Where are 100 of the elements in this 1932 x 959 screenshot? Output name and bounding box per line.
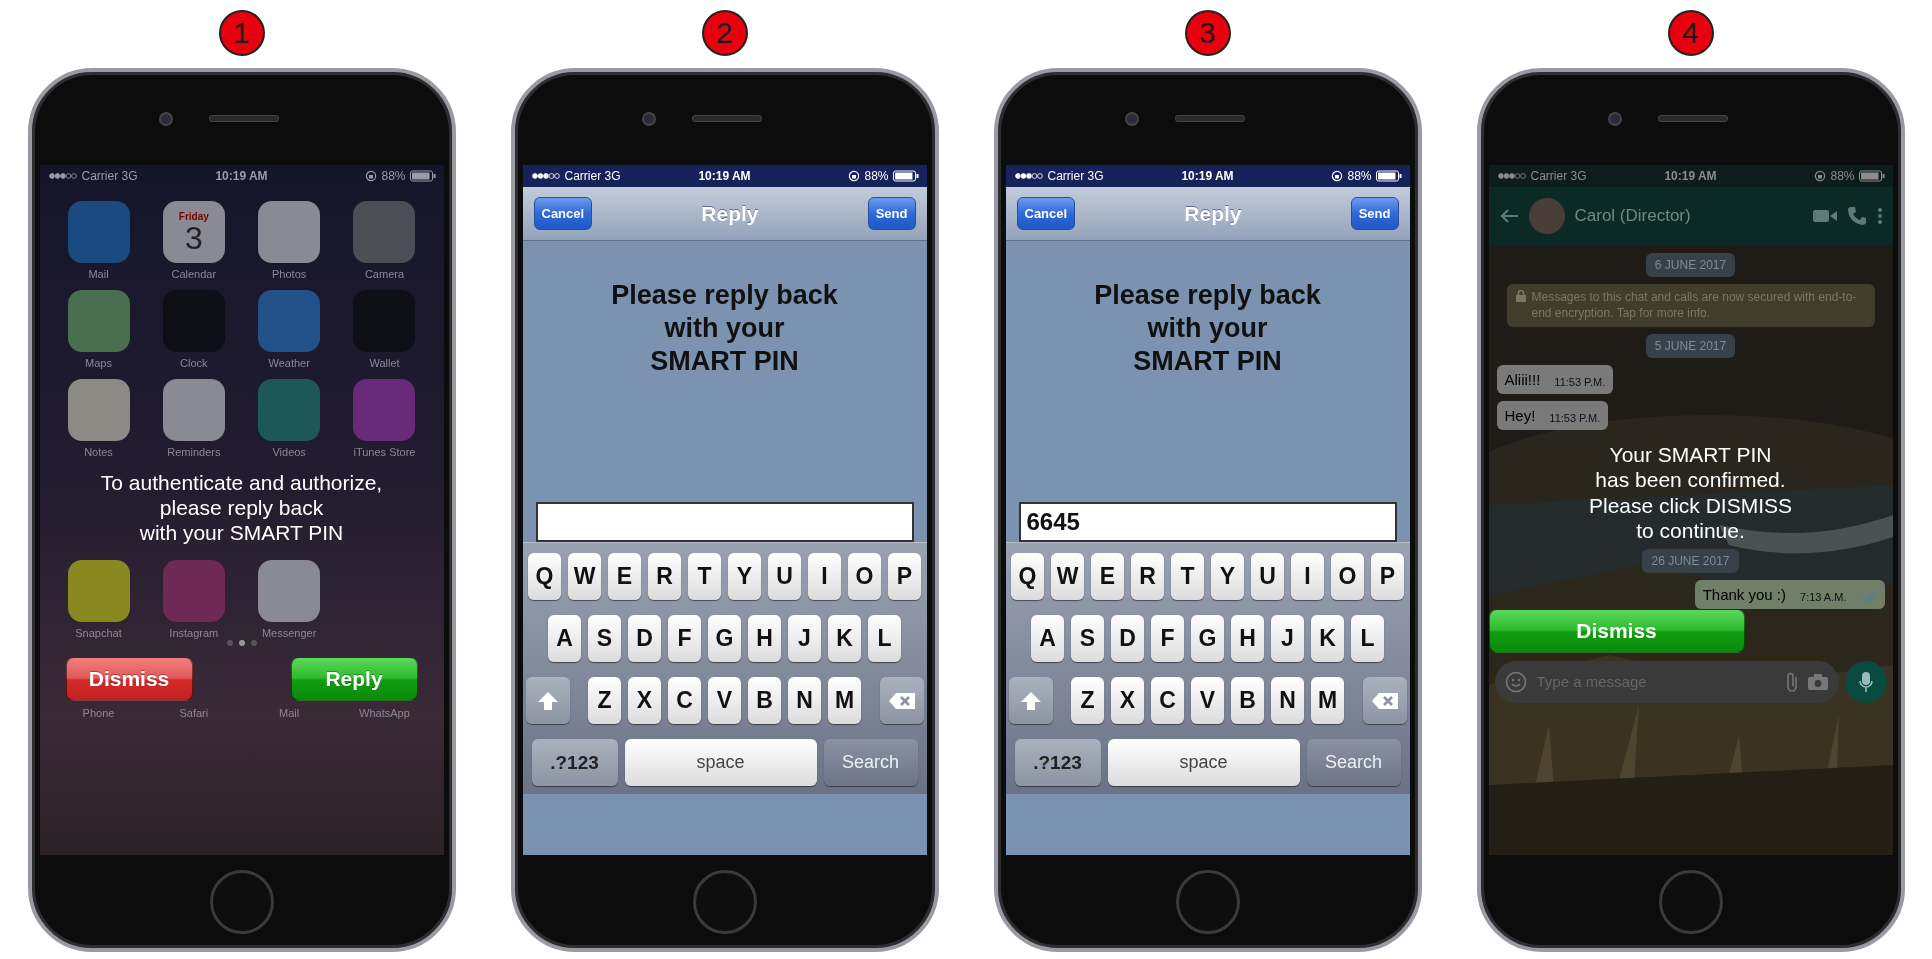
- message-time: 11:53 P.M.: [1554, 376, 1606, 389]
- app-label: Clock: [180, 357, 208, 369]
- battery-icon: [1375, 170, 1402, 182]
- back-arrow-icon[interactable]: [1498, 208, 1519, 224]
- keyboard-key[interactable]: Q: [528, 553, 561, 600]
- keyboard-key[interactable]: G: [708, 615, 741, 662]
- numbers-key[interactable]: .?123: [1014, 739, 1101, 786]
- keyboard-key[interactable]: E: [1091, 553, 1124, 600]
- keyboard-key[interactable]: V: [708, 677, 741, 724]
- keyboard-key[interactable]: F: [1151, 615, 1184, 662]
- pin-field[interactable]: 6645: [1018, 502, 1397, 542]
- camera-icon: [1607, 111, 1622, 126]
- cancel-button[interactable]: Cancel: [533, 197, 593, 230]
- keyboard-key[interactable]: P: [1371, 553, 1404, 600]
- keyboard-key[interactable]: D: [1111, 615, 1144, 662]
- app-label: Maps: [85, 357, 112, 369]
- keyboard-key[interactable]: G: [1191, 615, 1224, 662]
- keyboard-key[interactable]: P: [888, 553, 921, 600]
- keyboard-key[interactable]: L: [1351, 615, 1384, 662]
- camera-icon: [1124, 111, 1139, 126]
- keyboard-key[interactable]: S: [588, 615, 621, 662]
- keyboard-key[interactable]: F: [668, 615, 701, 662]
- keyboard-key[interactable]: C: [668, 677, 701, 724]
- keyboard-key[interactable]: M: [828, 677, 861, 724]
- keyboard-key[interactable]: A: [548, 615, 581, 662]
- keyboard-key[interactable]: Z: [1071, 677, 1104, 724]
- speaker-icon: [208, 115, 279, 122]
- keyboard-key[interactable]: Y: [728, 553, 761, 600]
- keyboard-key[interactable]: H: [1231, 615, 1264, 662]
- keyboard-key[interactable]: W: [568, 553, 601, 600]
- keyboard-key[interactable]: I: [1291, 553, 1324, 600]
- rotation-lock-icon: [365, 170, 378, 182]
- keyboard-key[interactable]: Q: [1011, 553, 1044, 600]
- keyboard-key[interactable]: V: [1191, 677, 1224, 724]
- keyboard-key[interactable]: M: [1311, 677, 1344, 724]
- shift-key[interactable]: [1008, 677, 1053, 724]
- keyboard-key[interactable]: R: [1131, 553, 1164, 600]
- keyboard-key[interactable]: Y: [1211, 553, 1244, 600]
- app-label: Instagram: [169, 626, 219, 639]
- keyboard-key[interactable]: J: [788, 615, 821, 662]
- keyboard-key[interactable]: U: [768, 553, 801, 600]
- keyboard-key[interactable]: B: [748, 677, 781, 724]
- keyboard-key[interactable]: B: [1231, 677, 1264, 724]
- screen-title: Reply: [701, 201, 759, 226]
- space-key[interactable]: space: [624, 739, 817, 786]
- keyboard-key[interactable]: K: [1311, 615, 1344, 662]
- keyboard-key[interactable]: J: [1271, 615, 1304, 662]
- prompt-text: Please reply back with your SMART PIN: [1093, 279, 1322, 378]
- dismiss-button[interactable]: Dismiss: [1488, 608, 1745, 653]
- app-label: WhatsApp: [358, 706, 411, 719]
- backspace-icon: [1370, 691, 1399, 710]
- app-label: Videos: [272, 446, 306, 458]
- carrier-name: Carrier 3G: [1530, 169, 1587, 183]
- battery-icon: [892, 170, 919, 182]
- phone-icon[interactable]: [1846, 206, 1867, 226]
- keyboard-key[interactable]: D: [628, 615, 661, 662]
- speaker-icon: [1174, 115, 1245, 122]
- emoji-icon[interactable]: [1504, 670, 1527, 693]
- keyboard-key[interactable]: R: [648, 553, 681, 600]
- keyboard-key[interactable]: N: [788, 677, 821, 724]
- send-button[interactable]: Send: [867, 197, 916, 230]
- keyboard-key[interactable]: X: [1111, 677, 1144, 724]
- keyboard-key[interactable]: Z: [588, 677, 621, 724]
- menu-icon[interactable]: [1876, 207, 1883, 225]
- keyboard-key[interactable]: I: [808, 553, 841, 600]
- camera-icon[interactable]: [1806, 672, 1829, 691]
- send-button[interactable]: Send: [1350, 197, 1399, 230]
- app-label: Mail: [278, 706, 301, 719]
- keyboard-key[interactable]: T: [1171, 553, 1204, 600]
- keyboard-key[interactable]: U: [1251, 553, 1284, 600]
- keyboard-key[interactable]: K: [828, 615, 861, 662]
- keyboard-key[interactable]: A: [1031, 615, 1064, 662]
- keyboard-key[interactable]: W: [1051, 553, 1084, 600]
- up-arrow-icon: [536, 690, 559, 711]
- pin-field[interactable]: [535, 502, 914, 542]
- dismiss-button[interactable]: Dismiss: [65, 656, 193, 701]
- keyboard-key[interactable]: C: [1151, 677, 1184, 724]
- keyboard-key[interactable]: O: [848, 553, 881, 600]
- step-badge: 4: [1667, 10, 1714, 56]
- paperclip-icon[interactable]: [1784, 670, 1799, 693]
- shift-key[interactable]: [525, 677, 570, 724]
- keyboard-key[interactable]: S: [1071, 615, 1104, 662]
- backspace-key[interactable]: [879, 677, 924, 724]
- video-camera-icon[interactable]: [1812, 208, 1837, 224]
- space-key[interactable]: space: [1107, 739, 1300, 786]
- message-time: 11:53 P.M.: [1549, 412, 1601, 425]
- message-text: Thank you :): [1702, 585, 1786, 603]
- app-label: Calendar: [171, 268, 217, 280]
- camera-icon: [158, 111, 173, 126]
- cancel-button[interactable]: Cancel: [1016, 197, 1076, 230]
- numbers-key[interactable]: .?123: [531, 739, 618, 786]
- keyboard-key[interactable]: H: [748, 615, 781, 662]
- keyboard-key[interactable]: L: [868, 615, 901, 662]
- backspace-key[interactable]: [1362, 677, 1407, 724]
- keyboard-key[interactable]: E: [608, 553, 641, 600]
- keyboard-key[interactable]: N: [1271, 677, 1304, 724]
- signal-icon: [47, 172, 78, 180]
- keyboard-key[interactable]: O: [1331, 553, 1364, 600]
- keyboard-key[interactable]: T: [688, 553, 721, 600]
- keyboard-key[interactable]: X: [628, 677, 661, 724]
